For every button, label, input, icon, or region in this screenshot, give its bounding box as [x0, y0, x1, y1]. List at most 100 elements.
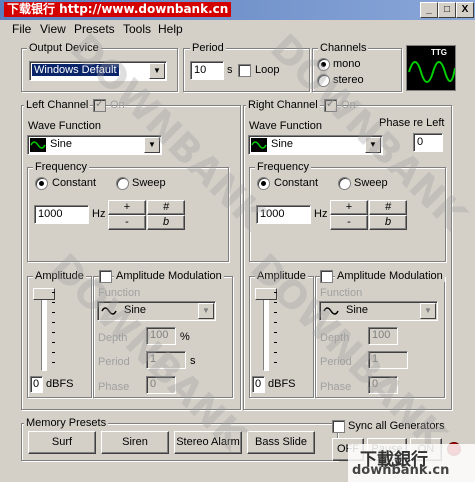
right-amplitude-unit: dBFS [268, 378, 296, 390]
tick [274, 352, 277, 353]
left-phase-value: 0 [150, 378, 157, 390]
left-depth-label: Depth [98, 332, 128, 344]
tick [52, 322, 55, 323]
left-period-value: 1 [150, 353, 157, 365]
close-button[interactable]: X [456, 2, 474, 18]
right-flat-button[interactable]: b [369, 215, 407, 230]
left-amplitude-input[interactable]: 0 [30, 376, 43, 393]
left-am-checkbox[interactable] [99, 270, 112, 283]
minimize-button[interactable]: _ [420, 2, 438, 18]
right-channel-label: Right Channel [246, 99, 320, 111]
left-constant-radio[interactable] [35, 177, 48, 190]
chevron-down-icon[interactable]: ▼ [149, 63, 165, 79]
sync-label: Sync all Generators [348, 420, 445, 432]
right-amplitude-slider-thumb[interactable] [255, 288, 277, 300]
tick [52, 362, 55, 363]
output-device-select[interactable]: Windows Default ▼ [29, 61, 167, 81]
left-wave-function-select[interactable]: Sine ▼ [27, 135, 162, 155]
right-sweep-radio[interactable] [338, 177, 351, 190]
period-value: 10 [194, 64, 207, 76]
right-frequency-value: 1000 [260, 208, 285, 220]
left-sweep-label: Sweep [132, 177, 166, 189]
right-am-label: Amplitude Modulation [335, 270, 445, 282]
menu-view[interactable]: View [40, 22, 66, 36]
left-depth-unit: % [180, 331, 190, 343]
output-device-label: Output Device [27, 42, 101, 54]
left-amplitude-value: 0 [33, 378, 40, 390]
right-constant-radio[interactable] [257, 177, 270, 190]
left-on-checkbox[interactable] [93, 97, 106, 112]
chevron-down-icon[interactable]: ▼ [420, 303, 436, 319]
menu-tools[interactable]: Tools [123, 22, 151, 36]
left-on-label: On [110, 99, 125, 111]
mono-radio[interactable] [317, 58, 330, 71]
right-amplitude-value: 0 [255, 378, 262, 390]
menu-help[interactable]: Help [158, 22, 183, 36]
loop-label: Loop [255, 64, 280, 76]
right-am-function-select[interactable]: Sine ▼ [319, 301, 438, 321]
sine-wave-icon [251, 138, 267, 152]
left-amplitude-slider-thumb[interactable] [33, 288, 55, 300]
chevron-down-icon[interactable]: ▼ [198, 303, 214, 319]
left-am-function-select[interactable]: Sine ▼ [97, 301, 216, 321]
left-period-input[interactable]: 1 [146, 351, 186, 369]
tick [52, 352, 55, 353]
right-plus-button[interactable]: + [330, 200, 368, 215]
stereo-radio[interactable] [317, 74, 330, 87]
chevron-down-icon[interactable]: ▼ [144, 137, 160, 153]
preset-siren-button[interactable]: Siren [101, 431, 169, 454]
left-sweep-radio[interactable] [116, 177, 129, 190]
phase-re-left-input[interactable]: 0 [413, 133, 443, 152]
left-depth-value: 100 [150, 329, 169, 341]
right-on-checkbox[interactable] [324, 97, 337, 112]
sine-wave-icon [30, 138, 46, 152]
window-title: 下载银行 http://www.downbank.cn [4, 2, 232, 17]
title-bar[interactable]: 下载银行 http://www.downbank.cn _ □ X [0, 0, 475, 20]
period-input[interactable]: 10 [190, 61, 224, 80]
menu-presets[interactable]: Presets [74, 22, 115, 36]
left-plus-button[interactable]: + [108, 200, 146, 215]
right-depth-input[interactable]: 100 [368, 327, 398, 345]
left-channel-label: Left Channel [24, 99, 91, 111]
left-frequency-value: 1000 [38, 208, 63, 220]
left-minus-button[interactable]: - [108, 215, 146, 230]
preset-bass-slide-button[interactable]: Bass Slide [247, 431, 315, 454]
right-period-input[interactable]: 1 [368, 351, 408, 369]
right-phase-label: Phase [320, 381, 352, 393]
right-frequency-input[interactable]: 1000 [256, 205, 311, 224]
left-flat-button[interactable]: b [147, 215, 185, 230]
right-depth-value: 100 [372, 329, 391, 341]
left-phase-label: Phase [98, 381, 130, 393]
sync-checkbox[interactable] [332, 420, 345, 433]
right-amplitude-input[interactable]: 0 [252, 376, 265, 393]
right-phase-input[interactable]: 0 [368, 376, 398, 394]
sine-wave-icon [101, 307, 117, 315]
loop-checkbox[interactable] [238, 64, 251, 77]
right-am-function-value: Sine [346, 304, 369, 316]
maximize-button[interactable]: □ [438, 2, 456, 18]
left-sharp-button[interactable]: # [147, 200, 185, 215]
right-depth-label: Depth [320, 332, 350, 344]
phase-re-left-value: 0 [417, 136, 424, 148]
preset-stereo-alarm-button[interactable]: Stereo Alarm [174, 431, 242, 454]
right-wave-function-select[interactable]: Sine ▼ [248, 135, 383, 155]
preset-surf-button[interactable]: Surf [28, 431, 96, 454]
right-phase-value: 0 [372, 378, 379, 390]
left-depth-input[interactable]: 100 [146, 327, 176, 345]
chevron-down-icon[interactable]: ▼ [365, 137, 381, 153]
phase-re-left-label: Phase re Left [379, 117, 445, 129]
left-frequency-input[interactable]: 1000 [34, 205, 89, 224]
right-minus-button[interactable]: - [330, 215, 368, 230]
left-amplitude-unit: dBFS [46, 378, 74, 390]
menu-file[interactable]: File [12, 22, 31, 36]
tick [52, 332, 55, 333]
left-amplitude-slider-track[interactable] [41, 292, 47, 371]
right-am-checkbox[interactable] [320, 270, 333, 283]
left-phase-input[interactable]: 0 [146, 376, 176, 394]
right-amplitude-label: Amplitude [255, 270, 308, 282]
right-sharp-button[interactable]: # [369, 200, 407, 215]
right-constant-label: Constant [274, 177, 319, 189]
period-unit: s [227, 64, 233, 76]
right-period-value: 1 [372, 353, 379, 365]
right-amplitude-slider-track[interactable] [263, 292, 269, 371]
